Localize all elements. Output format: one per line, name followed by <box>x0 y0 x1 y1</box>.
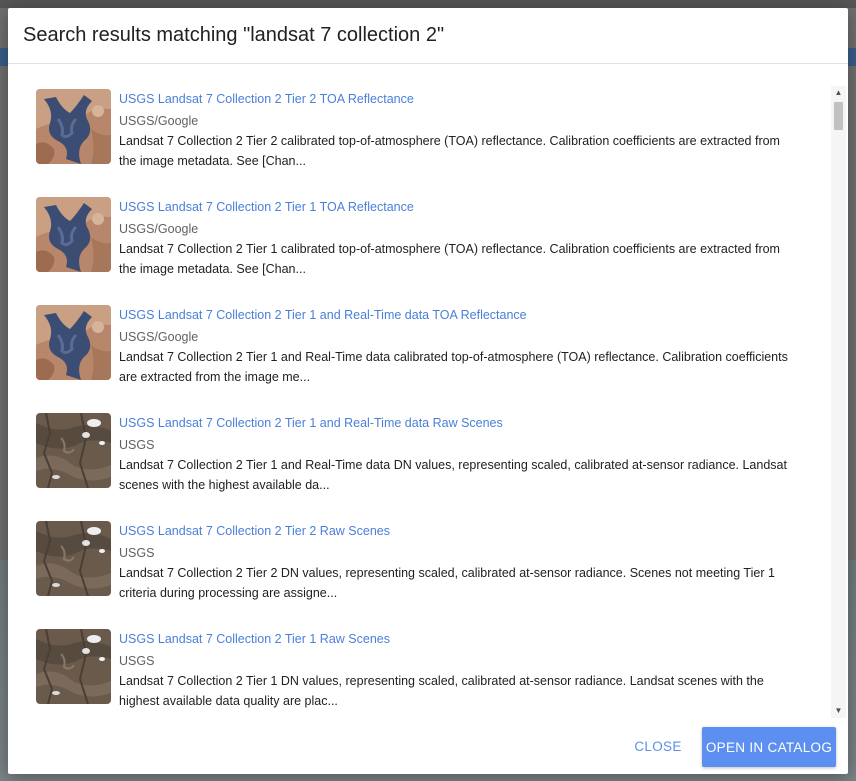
results-list: USGS Landsat 7 Collection 2 Tier 2 TOA R… <box>8 64 848 718</box>
scrollbar-thumb[interactable] <box>834 102 843 130</box>
dataset-thumbnail[interactable] <box>36 521 111 596</box>
dialog-header: Search results matching "landsat 7 colle… <box>8 8 848 64</box>
result-item: USGS Landsat 7 Collection 2 Tier 1 TOA R… <box>36 172 816 276</box>
background-tab-marker <box>0 48 8 66</box>
result-provider: USGS <box>119 654 155 668</box>
result-description: Landsat 7 Collection 2 Tier 2 DN values,… <box>119 566 775 600</box>
result-title-link[interactable]: USGS Landsat 7 Collection 2 Tier 1 and R… <box>119 307 809 323</box>
scroll-down-arrow-icon[interactable]: ▼ <box>831 704 846 718</box>
scroll-up-arrow-icon[interactable]: ▲ <box>831 86 846 100</box>
dataset-thumbnail[interactable] <box>36 89 111 164</box>
result-title-link[interactable]: USGS Landsat 7 Collection 2 Tier 2 Raw S… <box>119 523 809 539</box>
result-item: USGS Landsat 7 Collection 2 Tier 2 Raw S… <box>36 496 816 600</box>
result-title-link[interactable]: USGS Landsat 7 Collection 2 Tier 1 TOA R… <box>119 199 809 215</box>
results-scrollbar[interactable]: ▲ ▼ <box>831 86 846 718</box>
dataset-thumbnail[interactable] <box>36 305 111 380</box>
result-title-link[interactable]: USGS Landsat 7 Collection 2 Tier 1 and R… <box>119 415 809 431</box>
search-results-dialog: Search results matching "landsat 7 colle… <box>8 8 848 774</box>
result-description: Landsat 7 Collection 2 Tier 1 calibrated… <box>119 242 780 276</box>
result-provider: USGS/Google <box>119 222 199 236</box>
dataset-thumbnail[interactable] <box>36 197 111 272</box>
result-title-link[interactable]: USGS Landsat 7 Collection 2 Tier 2 TOA R… <box>119 91 809 107</box>
result-item: USGS Landsat 7 Collection 2 Tier 1 and R… <box>36 280 816 384</box>
dataset-thumbnail[interactable] <box>36 629 111 704</box>
result-provider: USGS/Google <box>119 114 199 128</box>
result-provider: USGS/Google <box>119 330 199 344</box>
result-provider: USGS <box>119 438 155 452</box>
dialog-title: Search results matching "landsat 7 colle… <box>23 24 445 46</box>
result-description: Landsat 7 Collection 2 Tier 1 and Real-T… <box>119 458 787 492</box>
result-provider: USGS <box>119 546 155 560</box>
open-in-catalog-button[interactable]: OPEN IN CATALOG <box>702 727 836 767</box>
result-item: USGS Landsat 7 Collection 2 Tier 1 and R… <box>36 388 816 492</box>
close-button[interactable]: CLOSE <box>630 728 686 764</box>
result-title-link[interactable]: USGS Landsat 7 Collection 2 Tier 1 Raw S… <box>119 631 809 647</box>
result-item: USGS Landsat 7 Collection 2 Tier 2 TOA R… <box>36 64 816 168</box>
result-description: Landsat 7 Collection 2 Tier 1 and Real-T… <box>119 350 788 384</box>
dataset-thumbnail[interactable] <box>36 413 111 488</box>
result-description: Landsat 7 Collection 2 Tier 2 calibrated… <box>119 134 780 168</box>
background-toolbar <box>0 0 856 8</box>
result-description: Landsat 7 Collection 2 Tier 1 DN values,… <box>119 674 764 708</box>
result-item: USGS Landsat 7 Collection 2 Tier 1 Raw S… <box>36 604 816 708</box>
